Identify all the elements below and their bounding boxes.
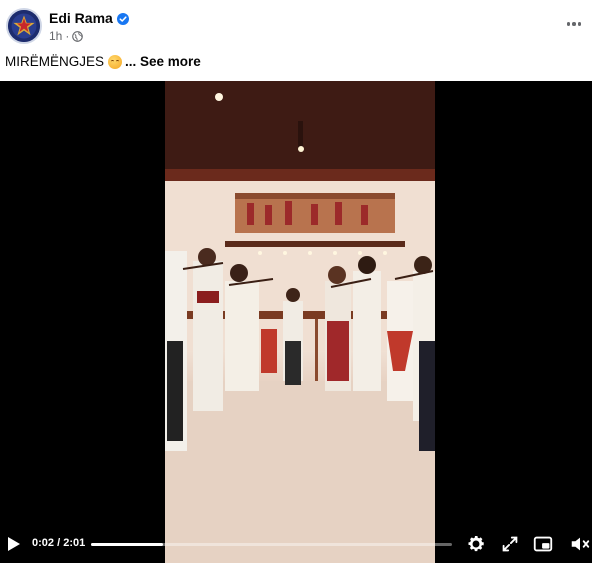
duration: 2:01 (63, 537, 86, 549)
video-player[interactable]: 0:02 / 2:01 (0, 81, 592, 563)
see-more-link[interactable]: ... See more (125, 54, 201, 69)
video-still-image (165, 81, 435, 563)
globe-icon[interactable] (72, 30, 84, 42)
video-frame (165, 81, 435, 563)
play-icon[interactable] (6, 535, 22, 553)
star-emblem-icon (8, 10, 40, 42)
time-separator: / (54, 537, 64, 549)
meta-separator-dot: · (65, 29, 70, 43)
author-name[interactable]: Edi Rama (49, 10, 113, 26)
volume-muted-icon[interactable] (569, 533, 591, 555)
post-meta: 1h · (49, 29, 84, 43)
expand-icon[interactable] (499, 533, 521, 555)
progress-bar[interactable] (91, 543, 452, 546)
smiling-face-emoji-icon (108, 54, 123, 69)
author-avatar[interactable] (6, 8, 42, 44)
more-options-button[interactable] (562, 14, 586, 34)
gear-icon[interactable] (465, 533, 487, 555)
picture-in-picture-icon[interactable] (532, 533, 554, 555)
post-header: Edi Rama 1h · (0, 0, 592, 52)
caption-text: MIRËMËNGJES (5, 54, 105, 69)
more-dot (566, 22, 571, 26)
post-caption: MIRËMËNGJES ... See more (5, 54, 201, 69)
post-timestamp[interactable]: 1h (49, 29, 62, 43)
verified-badge-icon (116, 12, 129, 25)
playback-time: 0:02 / 2:01 (32, 537, 85, 549)
more-dot (572, 22, 576, 26)
current-time: 0:02 (32, 537, 55, 549)
more-dot (577, 22, 582, 26)
video-controls: 0:02 / 2:01 (0, 527, 592, 563)
progress-fill (91, 543, 164, 546)
author-row: Edi Rama (49, 10, 129, 26)
